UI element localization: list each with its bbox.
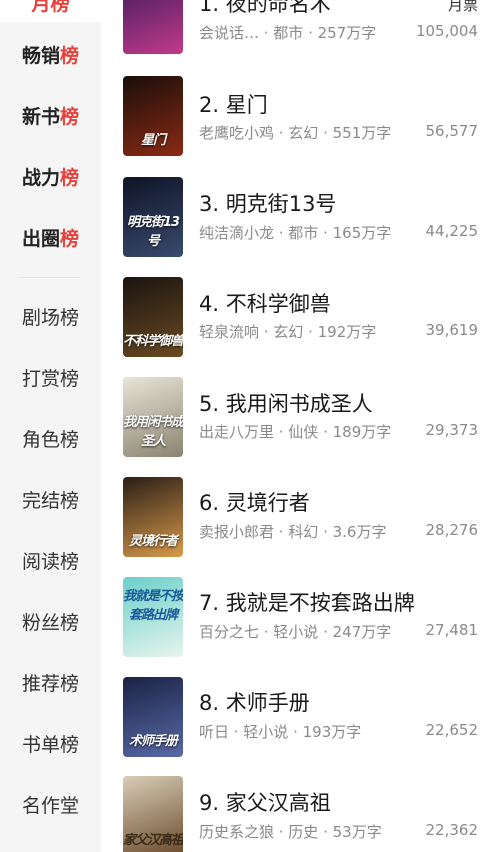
sidebar-item-character[interactable]: 角色榜 bbox=[0, 418, 101, 458]
sidebar-item-label: 战力 bbox=[21, 166, 60, 189]
book-meta: 纯洁滴小龙 · 都市 · 165万字 bbox=[199, 224, 392, 242]
book-meta: 卖报小郎君 · 科幻 · 3.6万字 bbox=[199, 523, 387, 541]
cover-title: 明克街13号 bbox=[126, 215, 180, 249]
sidebar-item-booklist[interactable]: 书单榜 bbox=[0, 723, 101, 763]
book-row[interactable]: 灵境行者 6. 灵境行者 卖报小郎君 · 科幻 · 3.6万字 28,276 bbox=[101, 477, 500, 577]
cover-title: 灵境行者 bbox=[128, 534, 178, 549]
sidebar-item-tip[interactable]: 打赏榜 bbox=[0, 357, 101, 397]
book-cover bbox=[123, 0, 183, 54]
ranking-list: 月票 1. 夜的命名术 会说话… · 都市 · 257万字 105,004 星门… bbox=[101, 0, 500, 852]
book-cover: 我用闲书成圣人 bbox=[123, 377, 183, 457]
book-meta: 百分之七 · 轻小说 · 247万字 bbox=[199, 623, 392, 641]
book-title: 6. 灵境行者 bbox=[199, 491, 310, 515]
book-meta: 轻泉流响 · 玄幻 · 192万字 bbox=[199, 323, 377, 341]
cover-title: 星门 bbox=[140, 133, 166, 148]
sidebar-item-label: 出圈 bbox=[21, 227, 60, 250]
book-cover: 不科学御兽 bbox=[123, 277, 183, 357]
sidebar-item-reading[interactable]: 阅读榜 bbox=[0, 540, 101, 580]
sidebar-item-label: 角色榜 bbox=[21, 428, 79, 451]
sidebar-item-power[interactable]: 战力榜 bbox=[0, 156, 101, 196]
sidebar-item-completed[interactable]: 完结榜 bbox=[0, 479, 101, 519]
book-cover: 星门 bbox=[123, 76, 183, 156]
monthly-votes: 105,004 bbox=[415, 22, 478, 40]
book-title: 2. 星门 bbox=[199, 93, 268, 117]
monthly-votes: 44,225 bbox=[425, 222, 479, 240]
book-title: 7. 我就是不按套路出牌 bbox=[199, 591, 415, 615]
book-title: 5. 我用闲书成圣人 bbox=[199, 392, 373, 416]
sidebar-item-label-suffix: 榜 bbox=[60, 44, 80, 67]
monthly-votes: 22,652 bbox=[425, 721, 479, 739]
sidebar-item-newbook[interactable]: 新书榜 bbox=[0, 95, 101, 135]
cover-title: 我用闲书成圣人 bbox=[123, 415, 183, 449]
sidebar-item-bestseller[interactable]: 畅销榜 bbox=[0, 34, 101, 74]
book-row[interactable]: 我用闲书成圣人 5. 我用闲书成圣人 出走八万里 · 仙侠 · 189万字 29… bbox=[101, 377, 500, 477]
monthly-votes: 27,481 bbox=[425, 621, 479, 639]
sidebar-item-label: 推荐榜 bbox=[21, 672, 79, 695]
monthly-votes: 56,577 bbox=[425, 122, 479, 140]
sidebar-item-label-suffix: 榜 bbox=[60, 227, 80, 250]
book-row[interactable]: 1. 夜的命名术 会说话… · 都市 · 257万字 105,004 bbox=[101, 0, 500, 74]
book-cover: 术师手册 bbox=[123, 677, 183, 757]
book-title: 8. 术师手册 bbox=[199, 691, 310, 715]
book-title: 1. 夜的命名术 bbox=[199, 0, 331, 16]
sidebar-divider bbox=[20, 277, 80, 278]
book-cover: 灵境行者 bbox=[123, 477, 183, 557]
monthly-votes: 22,362 bbox=[425, 821, 479, 839]
sidebar-item-label: 名作堂 bbox=[21, 794, 79, 817]
cover-title: 我就是不按套路出牌 bbox=[123, 589, 183, 623]
sidebar-item-label: 新书 bbox=[21, 105, 60, 128]
book-meta: 会说话… · 都市 · 257万字 bbox=[199, 24, 377, 42]
sidebar-item-hall-of-fame[interactable]: 名作堂 bbox=[0, 784, 101, 824]
book-title: 4. 不科学御兽 bbox=[199, 292, 331, 316]
ranking-sidebar: 月榜 畅销榜 新书榜 战力榜 出圈榜 剧场榜 打赏榜 角色榜 完结榜 阅读榜 粉… bbox=[0, 0, 101, 852]
book-meta: 出走八万里 · 仙侠 · 189万字 bbox=[199, 423, 392, 441]
book-row[interactable]: 星门 2. 星门 老鹰吃小鸡 · 玄幻 · 551万字 56,577 bbox=[101, 76, 500, 176]
book-title: 3. 明克街13号 bbox=[199, 192, 337, 216]
book-cover: 明克街13号 bbox=[123, 177, 183, 257]
book-row[interactable]: 家父汉高祖 9. 家父汉高祖 历史系之狼 · 历史 · 53万字 22,362 bbox=[101, 776, 500, 852]
cover-title: 家父汉高祖 bbox=[123, 833, 183, 848]
sidebar-item-label: 完结榜 bbox=[21, 489, 79, 512]
book-title: 9. 家父汉高祖 bbox=[199, 791, 331, 815]
sidebar-item-recommend[interactable]: 推荐榜 bbox=[0, 662, 101, 702]
sidebar-item-label: 畅销 bbox=[21, 44, 60, 67]
book-meta: 历史系之狼 · 历史 · 53万字 bbox=[199, 823, 382, 841]
monthly-votes: 28,276 bbox=[425, 521, 479, 539]
book-row[interactable]: 不科学御兽 4. 不科学御兽 轻泉流响 · 玄幻 · 192万字 39,619 bbox=[101, 277, 500, 377]
monthly-votes: 29,373 bbox=[425, 421, 479, 439]
sidebar-item-monthly[interactable]: 月榜 bbox=[0, 0, 101, 22]
sidebar-item-theater[interactable]: 剧场榜 bbox=[0, 296, 101, 336]
cover-title: 术师手册 bbox=[128, 734, 178, 749]
book-row[interactable]: 我就是不按套路出牌 7. 我就是不按套路出牌 百分之七 · 轻小说 · 247万… bbox=[101, 577, 500, 677]
book-cover: 家父汉高祖 bbox=[123, 776, 183, 852]
sidebar-item-label: 月榜 bbox=[31, 0, 70, 15]
sidebar-item-label: 粉丝榜 bbox=[21, 611, 79, 634]
book-meta: 老鹰吃小鸡 · 玄幻 · 551万字 bbox=[199, 124, 392, 142]
sidebar-item-label: 书单榜 bbox=[21, 733, 79, 756]
book-row[interactable]: 明克街13号 3. 明克街13号 纯洁滴小龙 · 都市 · 165万字 44,2… bbox=[101, 177, 500, 277]
sidebar-item-label-suffix: 榜 bbox=[60, 105, 80, 128]
cover-title: 不科学御兽 bbox=[123, 334, 183, 349]
book-meta: 听日 · 轻小说 · 193万字 bbox=[199, 723, 362, 741]
sidebar-item-label: 剧场榜 bbox=[21, 306, 79, 329]
sidebar-item-breakout[interactable]: 出圈榜 bbox=[0, 217, 101, 257]
sidebar-item-label-suffix: 榜 bbox=[60, 166, 80, 189]
sidebar-item-fans[interactable]: 粉丝榜 bbox=[0, 601, 101, 641]
book-cover: 我就是不按套路出牌 bbox=[123, 577, 183, 657]
sidebar-item-label: 打赏榜 bbox=[21, 367, 79, 390]
monthly-votes: 39,619 bbox=[425, 321, 479, 339]
book-row[interactable]: 术师手册 8. 术师手册 听日 · 轻小说 · 193万字 22,652 bbox=[101, 677, 500, 777]
sidebar-item-label: 阅读榜 bbox=[21, 550, 79, 573]
